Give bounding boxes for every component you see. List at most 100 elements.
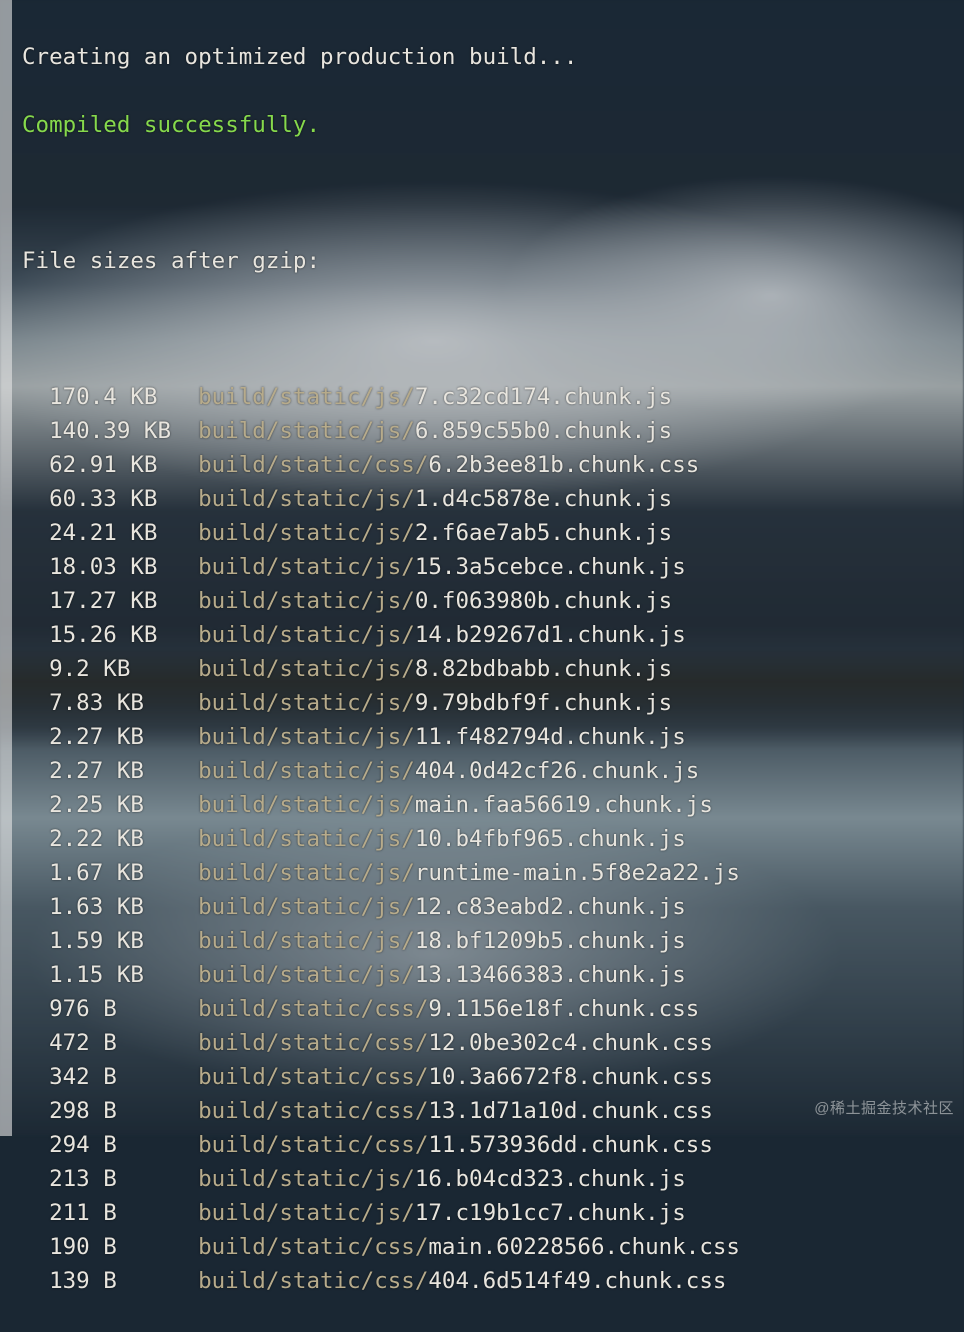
build-status-line: Creating an optimized production build..… [22,40,964,74]
file-row: 2.27 KBbuild/static/js/404.0d42cf26.chun… [22,754,964,788]
file-name: runtime-main.5f8e2a22.js [415,860,740,886]
file-row: 60.33 KBbuild/static/js/1.d4c5878e.chunk… [22,482,964,516]
file-size: 2.27 KB [49,720,198,754]
file-size: 140.39 KB [49,414,198,448]
file-row: 2.27 KBbuild/static/js/11.f482794d.chunk… [22,720,964,754]
file-row: 1.15 KBbuild/static/js/13.13466383.chunk… [22,958,964,992]
file-size: 139 B [49,1264,198,1298]
file-dir: build/static/js/ [198,860,415,886]
file-size: 170.4 KB [49,380,198,414]
file-size-list: 170.4 KBbuild/static/js/7.c32cd174.chunk… [22,380,964,1298]
file-row: 140.39 KBbuild/static/js/6.859c55b0.chun… [22,414,964,448]
file-row: 18.03 KBbuild/static/js/15.3a5cebce.chun… [22,550,964,584]
file-name: 17.c19b1cc7.chunk.js [415,1200,686,1226]
file-size: 976 B [49,992,198,1026]
file-dir: build/static/css/ [198,1064,428,1090]
file-row: 342 Bbuild/static/css/10.3a6672f8.chunk.… [22,1060,964,1094]
file-name: main.faa56619.chunk.js [415,792,713,818]
file-size: 17.27 KB [49,584,198,618]
terminal-output[interactable]: Creating an optimized production build..… [22,6,964,1332]
file-size: 294 B [49,1128,198,1162]
file-name: 6.859c55b0.chunk.js [415,418,672,444]
file-name: 10.b4fbf965.chunk.js [415,826,686,852]
file-size: 213 B [49,1162,198,1196]
file-dir: build/static/js/ [198,554,415,580]
file-name: 14.b29267d1.chunk.js [415,622,686,648]
file-row: 1.59 KBbuild/static/js/18.bf1209b5.chunk… [22,924,964,958]
file-row: 15.26 KBbuild/static/js/14.b29267d1.chun… [22,618,964,652]
file-size: 190 B [49,1230,198,1264]
file-dir: build/static/js/ [198,826,415,852]
file-row: 2.22 KBbuild/static/js/10.b4fbf965.chunk… [22,822,964,856]
file-dir: build/static/js/ [198,1200,415,1226]
file-dir: build/static/js/ [198,520,415,546]
file-dir: build/static/js/ [198,656,415,682]
file-name: 8.82bdbabb.chunk.js [415,656,672,682]
file-size: 2.22 KB [49,822,198,856]
file-name: 404.0d42cf26.chunk.js [415,758,699,784]
watermark-text: @稀土掘金技术社区 [814,1092,954,1126]
file-dir: build/static/css/ [198,1268,428,1294]
file-sizes-heading: File sizes after gzip: [22,244,964,278]
file-dir: build/static/js/ [198,418,415,444]
file-size: 62.91 KB [49,448,198,482]
file-name: 10.3a6672f8.chunk.css [428,1064,712,1090]
file-row: 62.91 KBbuild/static/css/6.2b3ee81b.chun… [22,448,964,482]
file-name: 16.b04cd323.chunk.js [415,1166,686,1192]
file-name: 9.1156e18f.chunk.css [428,996,699,1022]
file-dir: build/static/js/ [198,1166,415,1192]
blank-line [22,312,964,346]
file-size: 9.2 KB [49,652,198,686]
file-row: 7.83 KBbuild/static/js/9.79bdbf9f.chunk.… [22,686,964,720]
file-size: 15.26 KB [49,618,198,652]
file-dir: build/static/css/ [198,996,428,1022]
file-size: 2.27 KB [49,754,198,788]
file-dir: build/static/js/ [198,622,415,648]
file-name: 1.d4c5878e.chunk.js [415,486,672,512]
file-dir: build/static/js/ [198,928,415,954]
compile-success-line: Compiled successfully. [22,108,964,142]
file-row: 2.25 KBbuild/static/js/main.faa56619.chu… [22,788,964,822]
file-size: 7.83 KB [49,686,198,720]
file-row: 976 Bbuild/static/css/9.1156e18f.chunk.c… [22,992,964,1026]
file-size: 342 B [49,1060,198,1094]
file-size: 1.63 KB [49,890,198,924]
file-name: 12.c83eabd2.chunk.js [415,894,686,920]
blank-line [22,176,964,210]
file-name: 13.1d71a10d.chunk.css [428,1098,712,1124]
file-size: 18.03 KB [49,550,198,584]
file-name: 6.2b3ee81b.chunk.css [428,452,699,478]
file-name: 404.6d514f49.chunk.css [428,1268,726,1294]
file-dir: build/static/js/ [198,724,415,750]
file-dir: build/static/js/ [198,758,415,784]
file-name: 2.f6ae7ab5.chunk.js [415,520,672,546]
file-size: 2.25 KB [49,788,198,822]
file-row: 9.2 KBbuild/static/js/8.82bdbabb.chunk.j… [22,652,964,686]
file-name: 7.c32cd174.chunk.js [415,384,672,410]
file-size: 1.67 KB [49,856,198,890]
file-row: 139 Bbuild/static/css/404.6d514f49.chunk… [22,1264,964,1298]
file-dir: build/static/js/ [198,384,415,410]
file-name: 13.13466383.chunk.js [415,962,686,988]
file-dir: build/static/js/ [198,588,415,614]
file-row: 17.27 KBbuild/static/js/0.f063980b.chunk… [22,584,964,618]
file-row: 1.67 KBbuild/static/js/runtime-main.5f8e… [22,856,964,890]
file-row: 190 Bbuild/static/css/main.60228566.chun… [22,1230,964,1264]
file-size: 1.59 KB [49,924,198,958]
file-dir: build/static/css/ [198,1030,428,1056]
file-name: main.60228566.chunk.css [428,1234,740,1260]
file-size: 1.15 KB [49,958,198,992]
file-size: 472 B [49,1026,198,1060]
file-size: 298 B [49,1094,198,1128]
file-name: 0.f063980b.chunk.js [415,588,672,614]
file-dir: build/static/css/ [198,1234,428,1260]
file-name: 9.79bdbf9f.chunk.js [415,690,672,716]
terminal-scrollbar[interactable] [0,0,12,1136]
file-row: 170.4 KBbuild/static/js/7.c32cd174.chunk… [22,380,964,414]
file-size: 24.21 KB [49,516,198,550]
file-dir: build/static/js/ [198,486,415,512]
file-name: 15.3a5cebce.chunk.js [415,554,686,580]
file-row: 213 Bbuild/static/js/16.b04cd323.chunk.j… [22,1162,964,1196]
file-dir: build/static/js/ [198,792,415,818]
file-row: 24.21 KBbuild/static/js/2.f6ae7ab5.chunk… [22,516,964,550]
